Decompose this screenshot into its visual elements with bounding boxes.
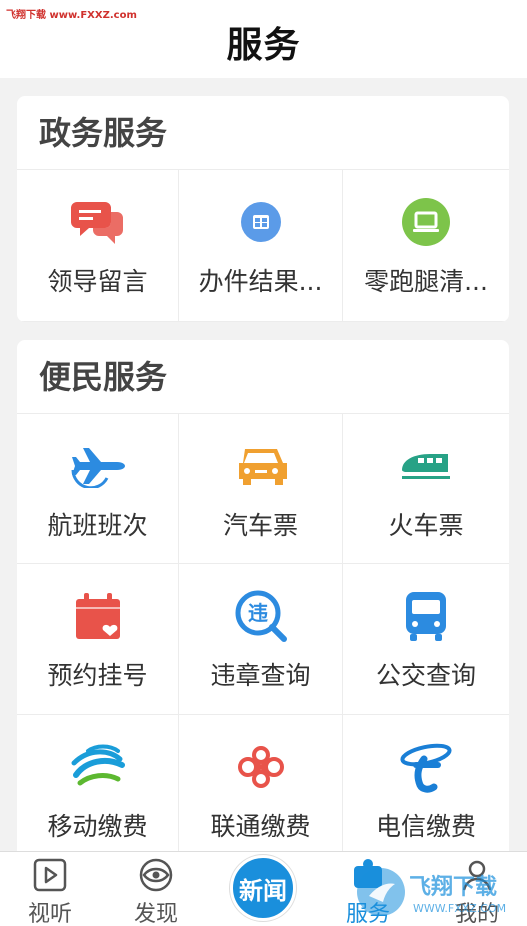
violation-search-icon: 违	[232, 590, 290, 642]
tab-label: 视听	[27, 902, 72, 926]
civil-services-card: 便民服务 航班班次 汽车票 火车票 预约挂号 违 违章查询 公交查询 移动缴费 …	[17, 340, 509, 860]
train-icon	[397, 440, 455, 492]
service-item-unicom-pay[interactable]: 联通缴费	[179, 715, 343, 860]
tab-news-button[interactable]: 新闻	[230, 855, 296, 921]
service-item-label: 电信缴费	[375, 812, 476, 841]
service-item-label: 移动缴费	[47, 812, 148, 841]
laptop-icon	[397, 196, 455, 248]
car-icon	[232, 440, 290, 492]
header-bar: 飞翔下载 www.FXXZ.com 服务	[0, 0, 527, 78]
tab-video[interactable]: 视听	[0, 852, 100, 926]
gov-services-card: 政务服务 领导留言 办件结果... 零跑腿清...	[17, 96, 509, 322]
calendar-heart-icon	[69, 590, 127, 642]
grid-window-icon	[232, 196, 290, 248]
service-item-zero-errand[interactable]: 零跑腿清...	[343, 170, 509, 322]
section-title: 便民服务	[17, 340, 509, 414]
service-item-label: 零跑腿清...	[364, 267, 488, 296]
service-item-label: 领导留言	[47, 267, 148, 296]
service-item-bus-ticket[interactable]: 汽车票	[179, 414, 343, 564]
service-item-flight[interactable]: 航班班次	[17, 414, 179, 564]
service-item-label: 违章查询	[210, 661, 311, 690]
service-item-appointment[interactable]: 预约挂号	[17, 564, 179, 715]
play-video-icon	[32, 858, 68, 892]
svg-text:WWW.FXXZ.COM: WWW.FXXZ.COM	[413, 902, 506, 915]
eye-icon	[138, 858, 174, 892]
service-item-label: 火车票	[388, 511, 464, 540]
china-unicom-icon	[232, 741, 290, 793]
svg-text:违: 违	[248, 601, 268, 625]
bus-icon	[397, 590, 455, 642]
service-item-leader-message[interactable]: 领导留言	[17, 170, 179, 322]
service-item-violation[interactable]: 违 违章查询	[179, 564, 343, 715]
chat-bubbles-icon	[69, 196, 127, 248]
service-item-label: 航班班次	[47, 511, 148, 540]
service-item-label: 预约挂号	[47, 661, 148, 690]
service-item-label: 联通缴费	[210, 812, 311, 841]
service-item-label: 汽车票	[222, 511, 298, 540]
airplane-icon	[69, 440, 127, 492]
svg-text:飞翔下载: 飞翔下载	[409, 874, 497, 900]
tab-discover[interactable]: 发现	[106, 852, 206, 926]
service-item-mobile-pay[interactable]: 移动缴费	[17, 715, 179, 860]
service-item-train-ticket[interactable]: 火车票	[343, 414, 509, 564]
tab-label: 发现	[133, 902, 178, 926]
section-title: 政务服务	[17, 96, 509, 170]
watermark-logo: 飞翔下载 WWW.FXXZ.COM	[355, 862, 523, 922]
service-item-bus-query[interactable]: 公交查询	[343, 564, 509, 715]
service-item-telecom-pay[interactable]: 电信缴费	[343, 715, 509, 860]
service-item-label: 办件结果...	[198, 267, 323, 296]
service-item-case-result[interactable]: 办件结果...	[179, 170, 343, 322]
china-telecom-icon	[397, 741, 455, 793]
china-mobile-icon	[69, 741, 127, 793]
page-title: 服务	[226, 25, 301, 66]
service-item-label: 公交查询	[375, 661, 476, 690]
